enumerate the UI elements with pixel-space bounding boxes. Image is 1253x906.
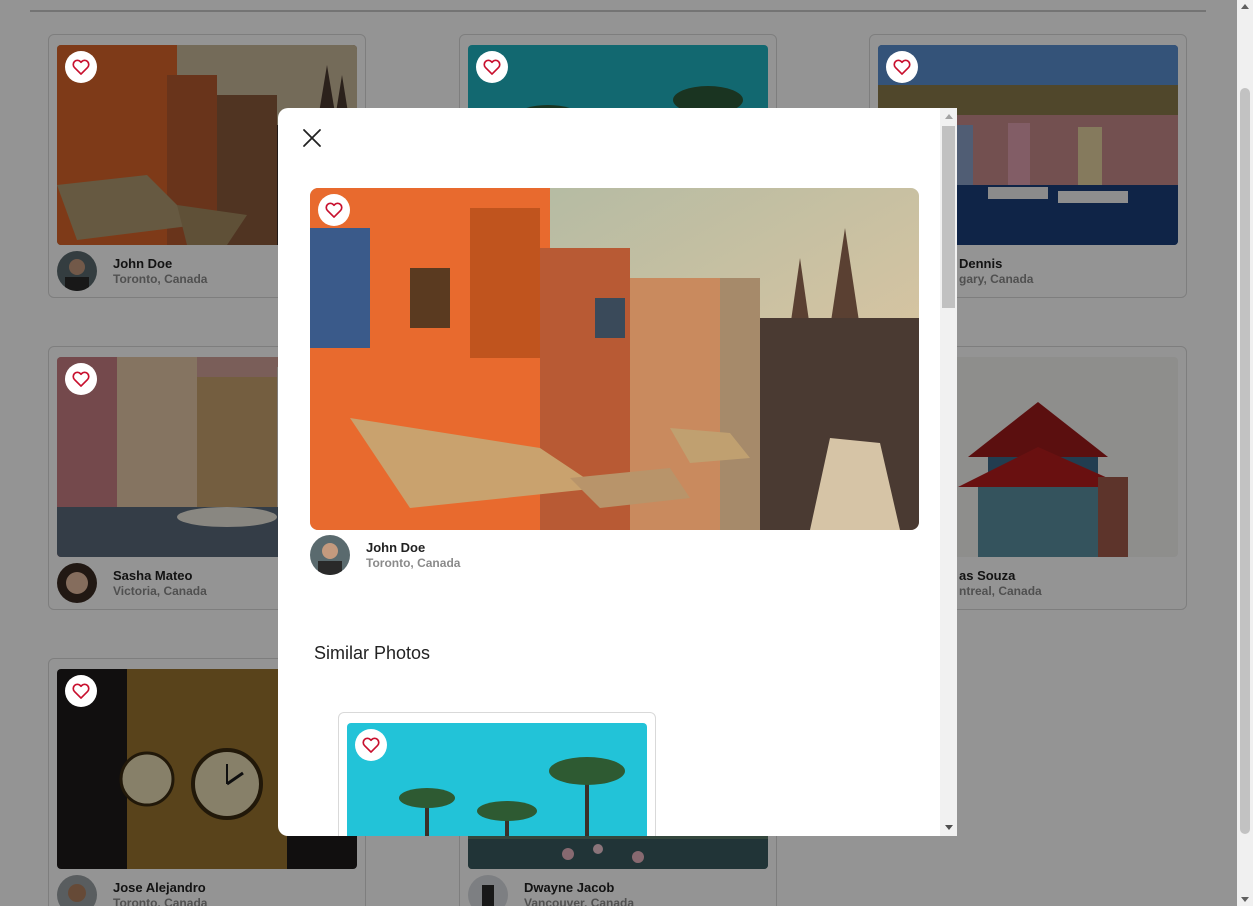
photo-modal: John Doe Toronto, Canada Similar Photos [278,108,957,836]
favorite-heart-icon[interactable] [65,675,97,707]
close-icon[interactable] [300,126,324,150]
favorite-heart-icon[interactable] [65,363,97,395]
modal-scrollbar[interactable] [940,108,957,836]
favorite-heart-icon[interactable] [65,51,97,83]
favorite-heart-icon[interactable] [886,51,918,83]
photo-author-location: Toronto, Canada [366,556,461,570]
scroll-down-icon[interactable] [1241,897,1249,902]
scroll-down-icon[interactable] [945,825,953,830]
card-photo[interactable] [347,723,647,836]
similar-photos-heading: Similar Photos [314,643,431,663]
favorite-heart-icon[interactable] [476,51,508,83]
scroll-up-icon[interactable] [1241,4,1249,9]
main-photo [310,188,919,530]
scrollbar-thumb[interactable] [1240,88,1250,834]
page-scrollbar[interactable] [1237,0,1253,906]
avatar [310,535,350,575]
scrollbar-thumb[interactable] [942,126,955,308]
photo-author-name: John Doe [366,540,426,555]
favorite-heart-icon[interactable] [318,194,350,226]
favorite-heart-icon[interactable] [355,729,387,761]
scroll-up-icon[interactable] [945,114,953,119]
similar-photo-card[interactable] [338,712,656,836]
